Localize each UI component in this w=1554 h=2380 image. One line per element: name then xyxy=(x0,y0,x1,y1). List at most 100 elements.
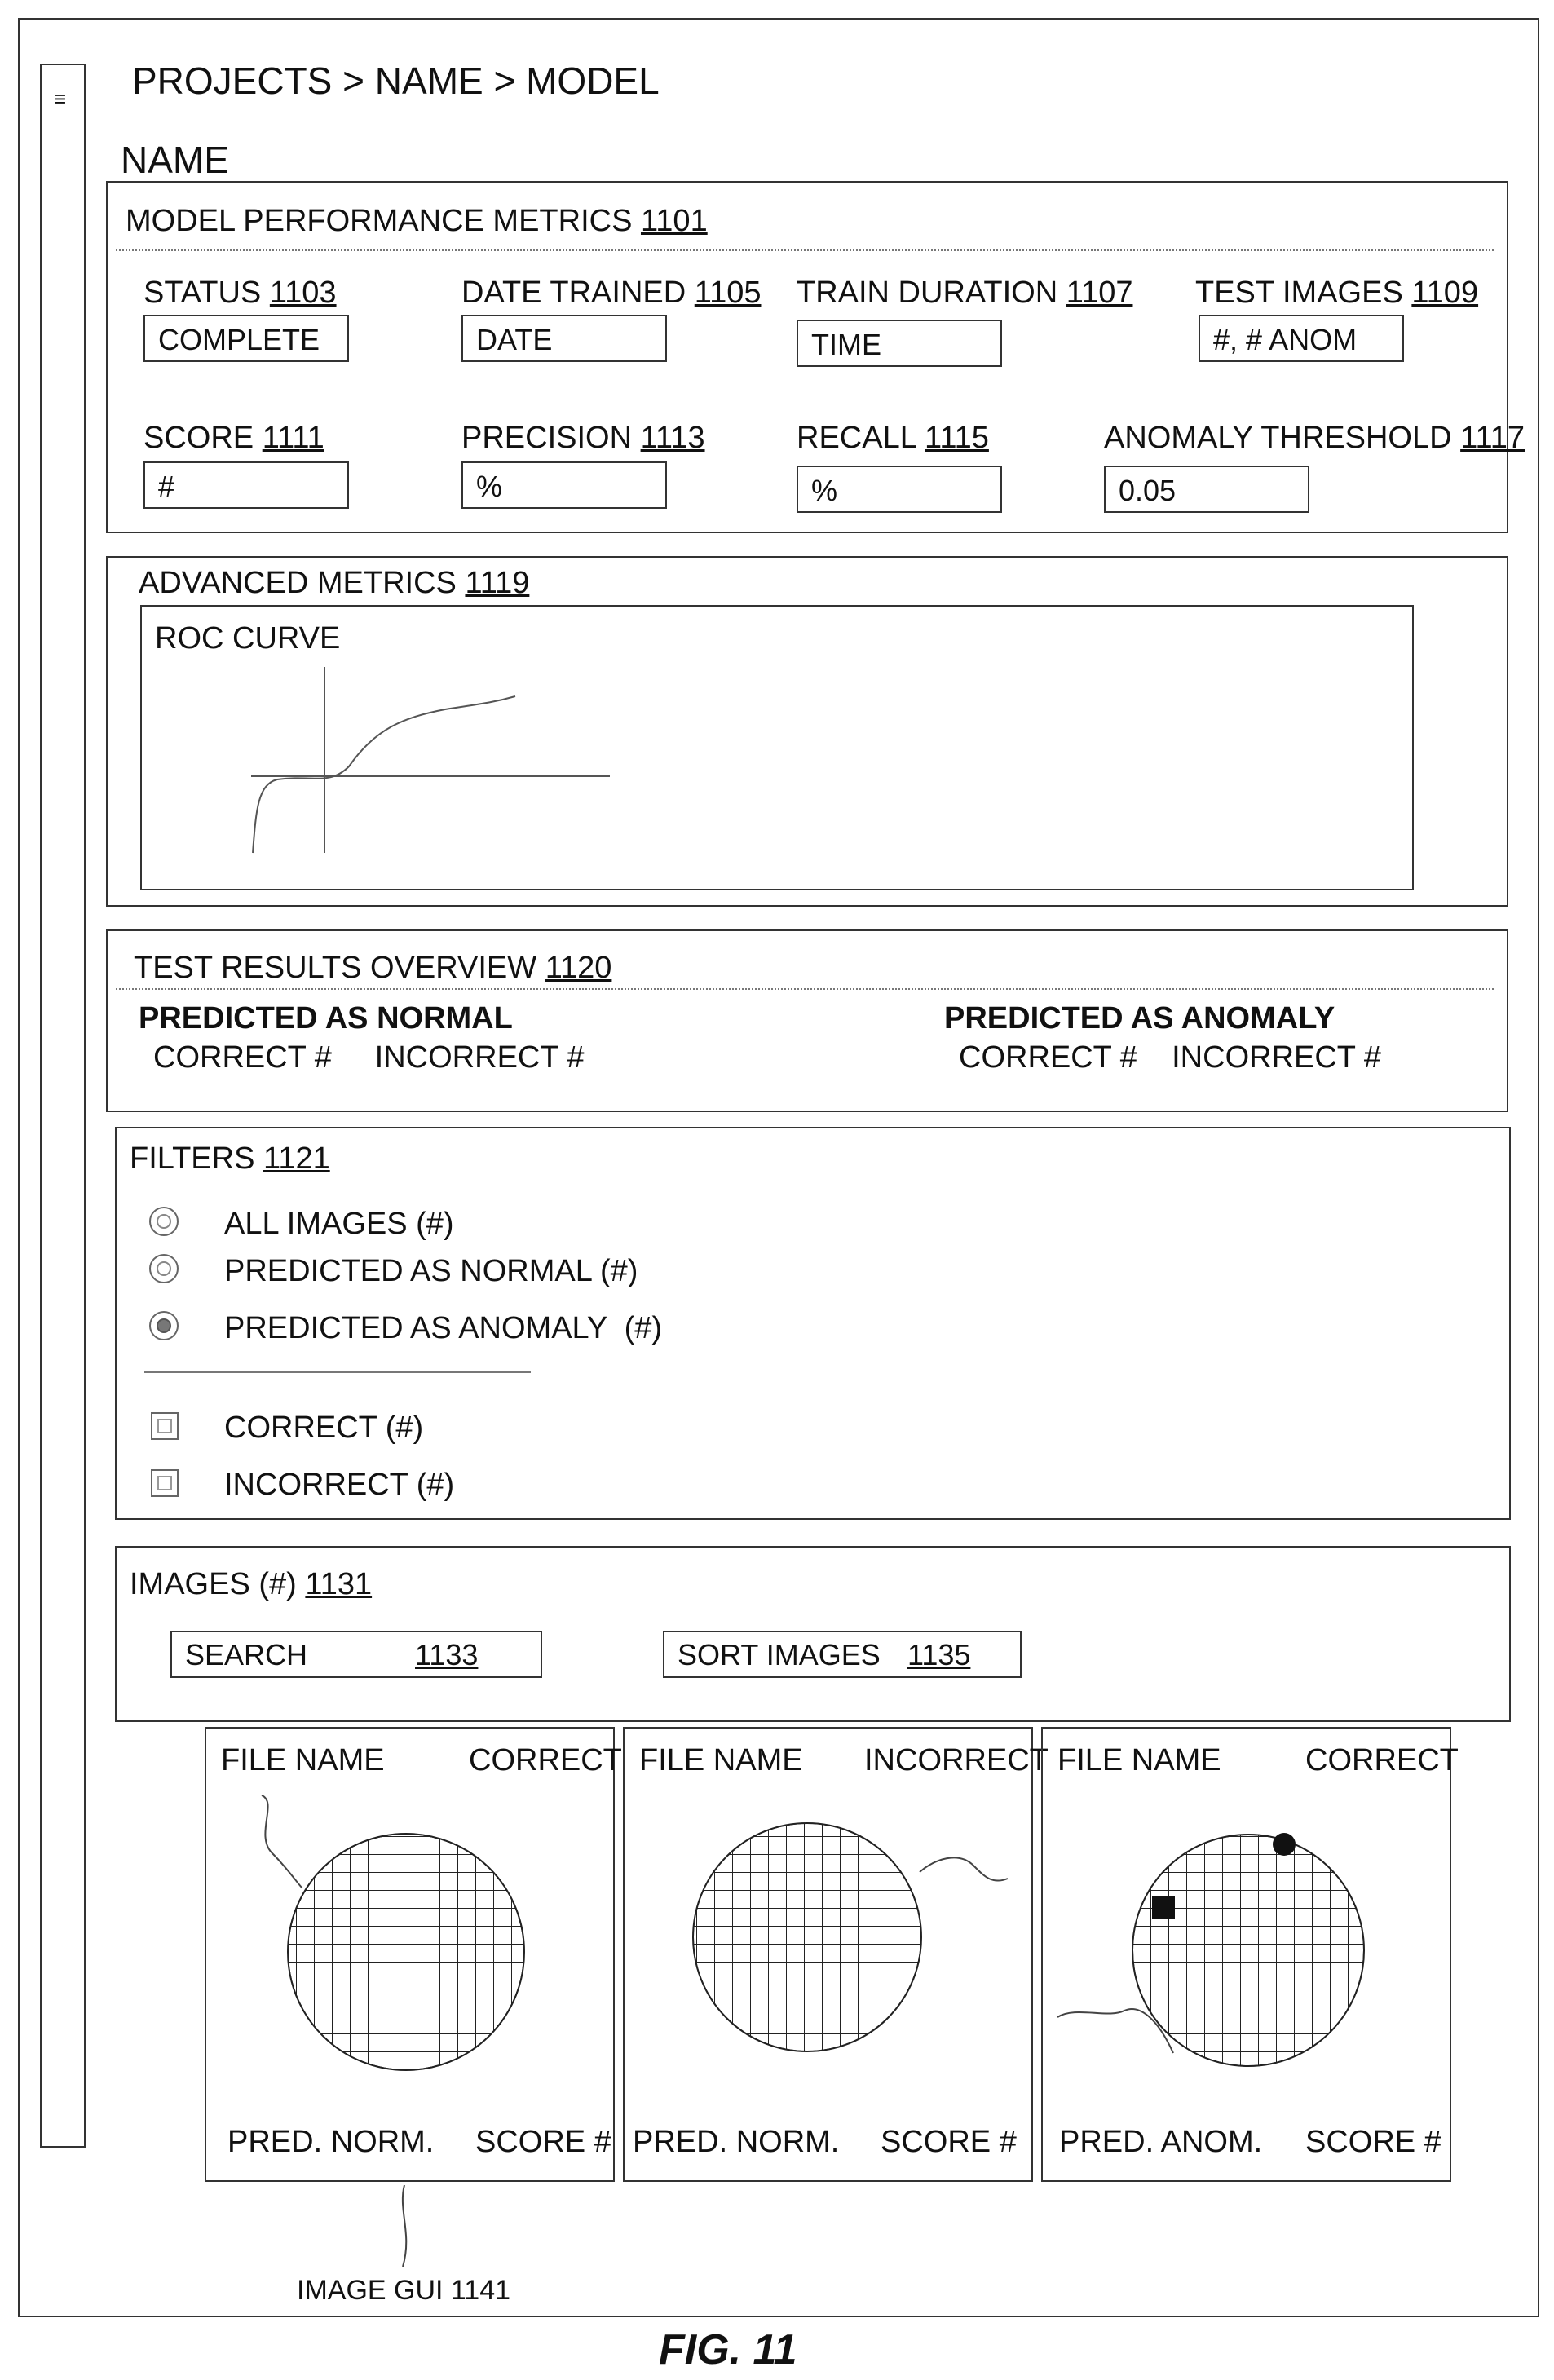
ref-number: 1101 xyxy=(641,204,708,238)
panel-title-text: IMAGES (#) xyxy=(130,1567,297,1601)
anomaly-threshold-label: ANOMALY THRESHOLD 1117 xyxy=(1104,422,1525,453)
label-text: SCORE xyxy=(143,421,254,455)
prediction-label: PRED. NORM. xyxy=(227,2126,434,2157)
image-gui-leader xyxy=(390,2185,422,2283)
ref-number: 1120 xyxy=(545,951,612,985)
sidebar[interactable]: ≡ xyxy=(40,64,86,2148)
label-text: DATE TRAINED xyxy=(461,276,686,310)
anomaly-detail: CORRECT # INCORRECT # xyxy=(959,1042,1381,1073)
radio-label: PREDICTED AS NORMAL (#) xyxy=(224,1256,638,1287)
score-label: SCORE # xyxy=(881,2126,1017,2157)
recall-field: % xyxy=(797,466,1002,513)
ref-number: 1109 xyxy=(1411,276,1478,310)
radio-button-selected[interactable] xyxy=(149,1311,179,1340)
performance-metrics-panel: MODEL PERFORMANCE METRICS 1101 STATUS 11… xyxy=(106,181,1508,533)
panel-title: FILTERS 1121 xyxy=(130,1143,330,1174)
images-panel: IMAGES (#) 1131 SEARCH 1133 SORT IMAGES … xyxy=(115,1546,1511,1722)
panel-title: IMAGES (#) 1131 xyxy=(130,1569,372,1600)
label-text: TRAIN DURATION xyxy=(797,276,1057,310)
status-label: STATUS 1103 xyxy=(143,277,337,308)
wafer-image xyxy=(625,1729,1035,2055)
anomaly-heading: PREDICTED AS ANOMALY xyxy=(944,1003,1335,1034)
score-field: # xyxy=(143,461,349,509)
search-label: SEARCH xyxy=(185,1640,307,1670)
defect-dot xyxy=(1273,1833,1296,1856)
divider xyxy=(116,249,1494,251)
panel-title: TEST RESULTS OVERVIEW 1120 xyxy=(134,952,611,983)
radio-button[interactable] xyxy=(149,1254,179,1283)
label-text: RECALL xyxy=(797,421,916,455)
test-images-label: TEST IMAGES 1109 xyxy=(1195,277,1478,308)
image-card[interactable]: FILE NAME CORRECT PRED. NORM. SCORE # xyxy=(205,1727,615,2182)
image-gui-label: IMAGE GUI 1141 xyxy=(297,2276,510,2304)
ref-number: 1135 xyxy=(907,1640,970,1670)
wafer-grid xyxy=(693,1823,921,2051)
defect-square xyxy=(1152,1896,1175,1919)
filter-radio-normal[interactable]: PREDICTED AS NORMAL (#) xyxy=(149,1252,638,1288)
checkbox-label: CORRECT (#) xyxy=(224,1412,423,1443)
filters-panel: FILTERS 1121 ALL IMAGES (#) PREDICTED AS… xyxy=(115,1127,1511,1520)
anomaly-threshold-input[interactable]: 0.05 xyxy=(1104,466,1309,513)
sort-images-button[interactable]: SORT IMAGES 1135 xyxy=(663,1631,1022,1678)
ref-number: 1115 xyxy=(925,421,989,455)
figure-label: FIG. 11 xyxy=(659,2329,797,2371)
test-results-panel: TEST RESULTS OVERVIEW 1120 PREDICTED AS … xyxy=(106,929,1508,1112)
panel-title: MODEL PERFORMANCE METRICS 1101 xyxy=(126,205,708,236)
checkbox-label: INCORRECT (#) xyxy=(224,1469,454,1500)
filter-radio-all[interactable]: ALL IMAGES (#) xyxy=(149,1205,638,1241)
filter-radio-anomaly[interactable]: PREDICTED AS ANOMALY (#) xyxy=(149,1309,720,1345)
precision-field: % xyxy=(461,461,667,509)
ref-number: 1107 xyxy=(1066,276,1133,310)
ref-number: 1119 xyxy=(465,566,529,600)
train-duration-label: TRAIN DURATION 1107 xyxy=(797,277,1132,308)
image-gui-leader-line xyxy=(403,2185,406,2267)
normal-heading: PREDICTED AS NORMAL xyxy=(139,1003,513,1034)
date-trained-field: DATE xyxy=(461,315,667,362)
radio-button[interactable] xyxy=(149,1207,179,1236)
score-label: SCORE # xyxy=(1305,2126,1441,2157)
sort-label: SORT IMAGES xyxy=(678,1640,881,1670)
status-field: COMPLETE xyxy=(143,315,349,362)
roc-curve-plot xyxy=(142,607,1414,890)
date-trained-label: DATE TRAINED 1105 xyxy=(461,277,761,308)
label-text: PRECISION xyxy=(461,421,632,455)
filter-checkbox-correct[interactable]: CORRECT (#) xyxy=(151,1409,558,1445)
ref-number: 1133 xyxy=(415,1640,478,1670)
leader-line xyxy=(262,1795,302,1888)
page-title: NAME xyxy=(121,141,229,179)
checkbox[interactable] xyxy=(151,1412,179,1440)
search-input[interactable]: SEARCH 1133 xyxy=(170,1631,542,1678)
panel-title-text: ADVANCED METRICS xyxy=(139,566,457,600)
ref-number: 1113 xyxy=(641,421,705,455)
menu-icon[interactable]: ≡ xyxy=(54,88,66,109)
image-card[interactable]: FILE NAME CORRECT PRED. ANOM. SCORE # xyxy=(1041,1727,1451,2182)
prediction-label: PRED. NORM. xyxy=(633,2126,839,2157)
score-label: SCORE # xyxy=(475,2126,611,2157)
normal-detail: CORRECT # INCORRECT # xyxy=(153,1042,585,1073)
test-images-field: #, # ANOM xyxy=(1199,315,1404,362)
advanced-metrics-panel: ADVANCED METRICS 1119 ROC CURVE xyxy=(106,556,1508,907)
divider xyxy=(116,988,1494,990)
train-duration-field: TIME xyxy=(797,320,1002,367)
score-label: SCORE 1111 xyxy=(143,422,324,453)
image-card[interactable]: FILE NAME INCORRECT PRED. NORM. SCORE # xyxy=(623,1727,1033,2182)
panel-title-text: TEST RESULTS OVERVIEW xyxy=(134,951,536,985)
divider xyxy=(144,1371,531,1373)
ref-number: 1103 xyxy=(270,276,337,310)
filter-checkbox-incorrect[interactable]: INCORRECT (#) xyxy=(151,1466,558,1502)
radio-label: ALL IMAGES (#) xyxy=(224,1208,454,1239)
panel-title-text: MODEL PERFORMANCE METRICS xyxy=(126,204,632,238)
ref-number: 1105 xyxy=(695,276,762,310)
prediction-label: PRED. ANOM. xyxy=(1059,2126,1262,2157)
leader-line xyxy=(920,1857,1008,1880)
wafer-image xyxy=(206,1729,616,2055)
recall-label: RECALL 1115 xyxy=(797,422,989,453)
ref-number: 1111 xyxy=(263,421,324,455)
panel-title-text: FILTERS xyxy=(130,1141,254,1176)
roc-curve-line xyxy=(253,696,515,853)
breadcrumb[interactable]: PROJECTS > NAME > MODEL xyxy=(132,62,660,99)
ref-number: 1131 xyxy=(305,1567,372,1601)
checkbox[interactable] xyxy=(151,1469,179,1497)
wafer-grid xyxy=(1132,1835,1364,2066)
wafer-image xyxy=(1043,1729,1453,2104)
